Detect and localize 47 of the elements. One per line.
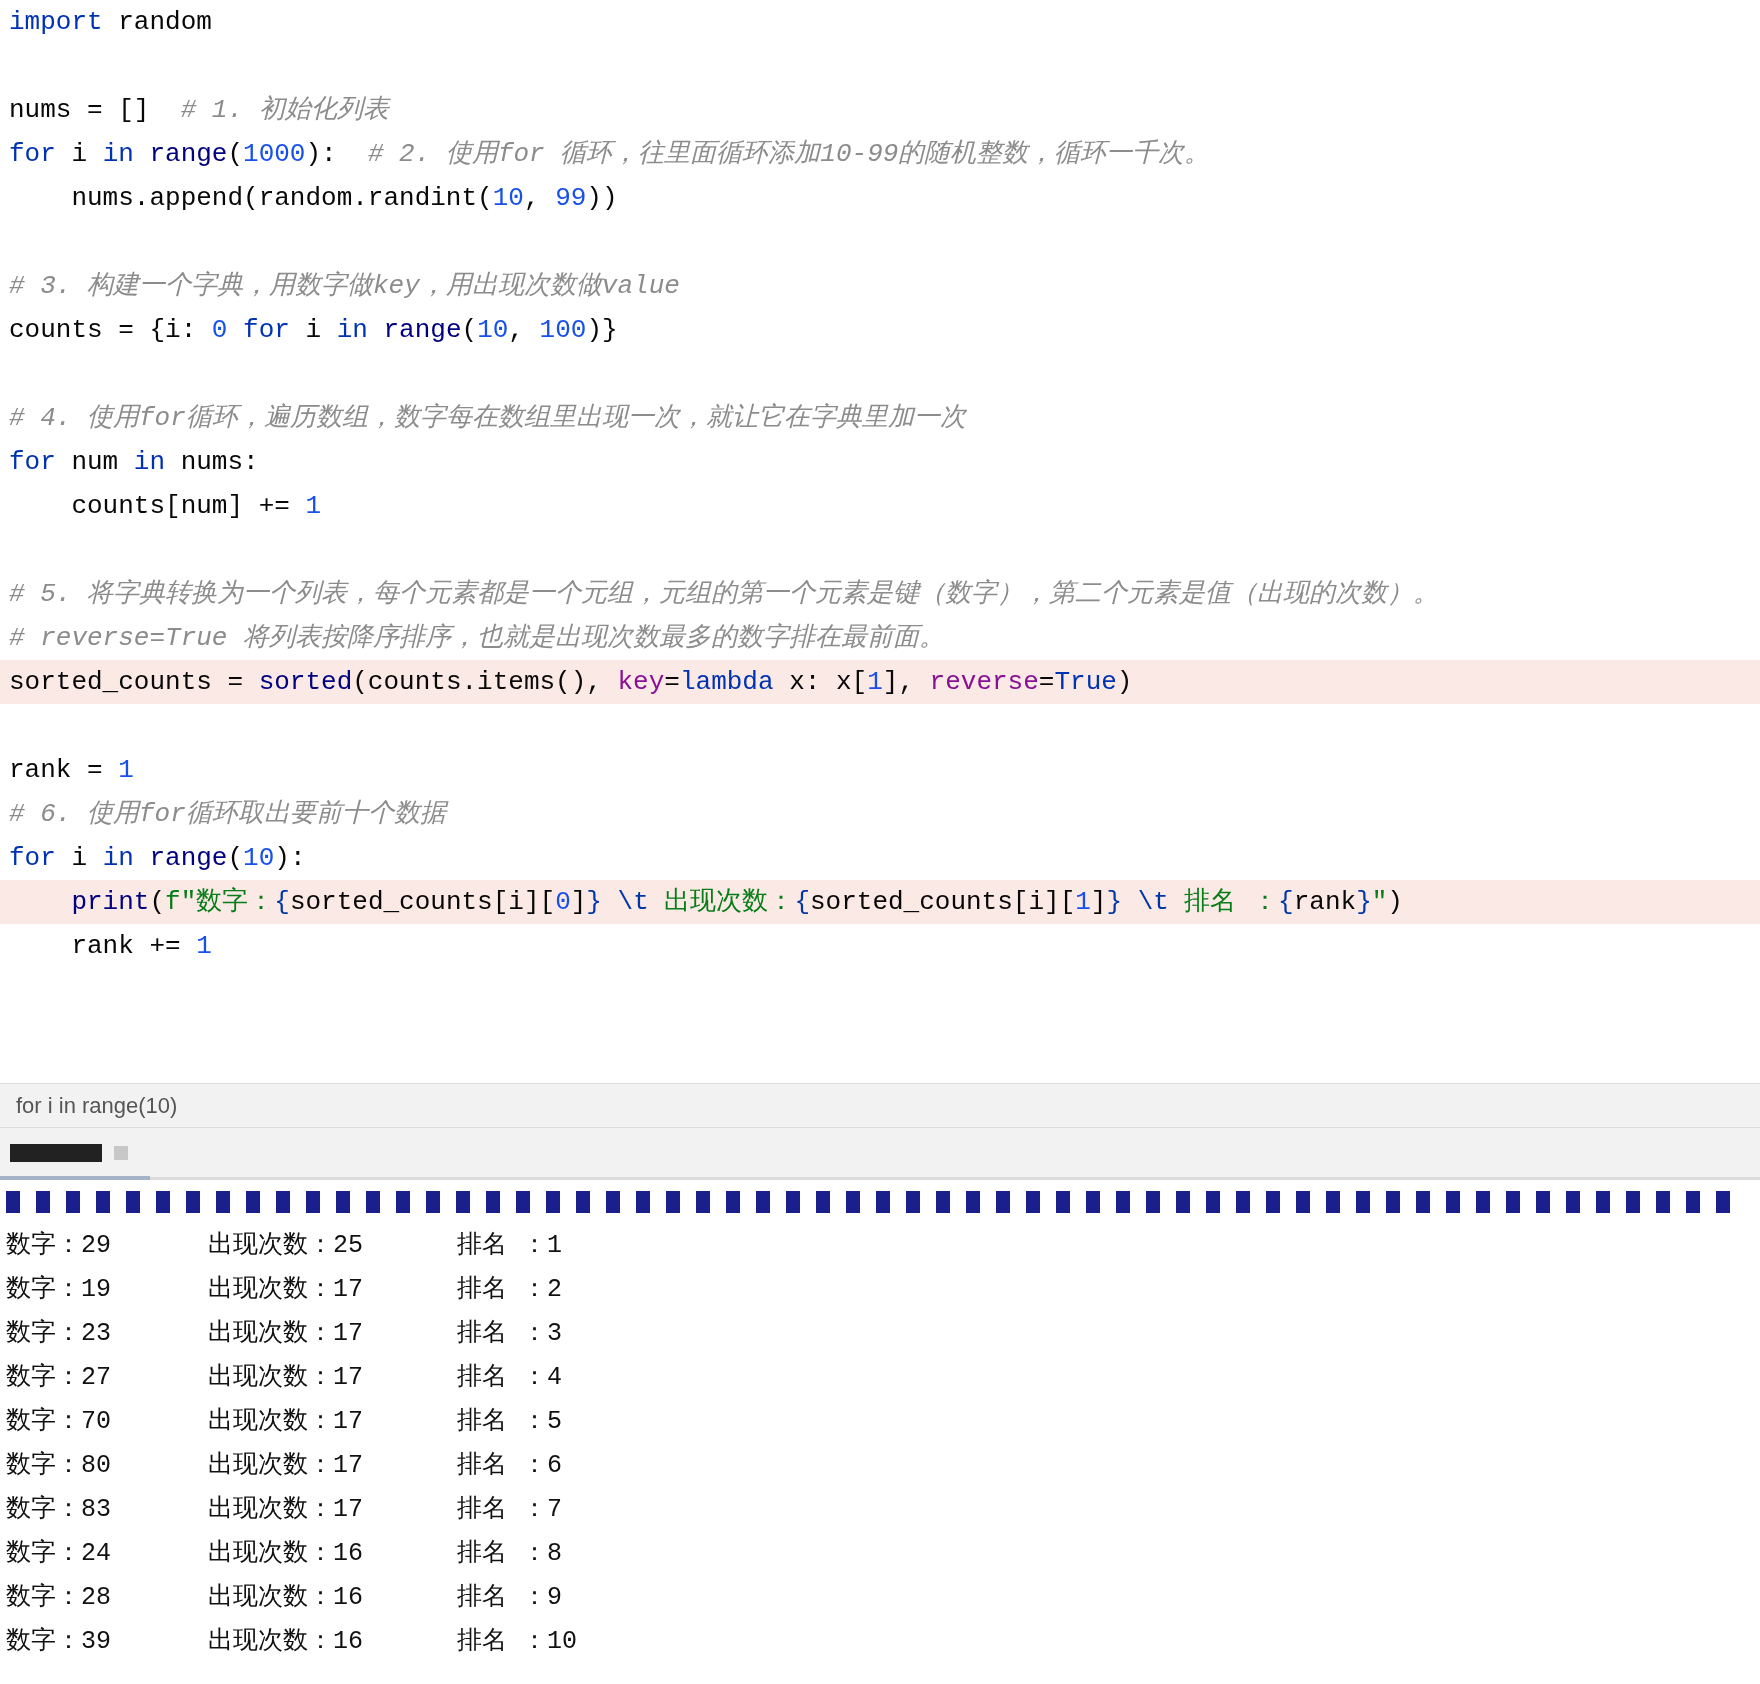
output-number: 数字：80	[6, 1450, 112, 1483]
code-line: for i in range(1000): # 2. 使用for 循环，往里面循环添加10-99的随机整数，循环一千次。	[8, 138, 1212, 171]
output-count: 出现次数：16	[208, 1582, 364, 1615]
output-rank: 排名 ：3	[457, 1318, 562, 1351]
output-rank: 排名 ：10	[457, 1626, 577, 1659]
output-count: 出现次数：25	[208, 1230, 364, 1263]
code-line: # 5. 将字典转换为一个列表，每个元素都是一个元组，元组的第一个元素是键（数字），第二个元素是值（出现的次数）。	[8, 578, 1440, 611]
code-line: for num in nums:	[8, 446, 260, 479]
output-count: 出现次数：16	[208, 1626, 364, 1659]
code-line: nums = [] # 1. 初始化列表	[8, 94, 392, 127]
output-rank: 排名 ：4	[457, 1362, 562, 1395]
output-number: 数字：27	[6, 1362, 112, 1395]
code-line: counts = {i: 0 for i in range(10, 100)}	[8, 314, 619, 347]
output-number: 数字：83	[6, 1494, 112, 1527]
output-count: 出现次数：17	[208, 1318, 364, 1351]
output-number: 数字：39	[6, 1626, 112, 1659]
output-number: 数字：19	[6, 1274, 112, 1307]
code-line: import random	[8, 6, 213, 39]
code-line: for i in range(10):	[8, 842, 307, 875]
code-line: # 6. 使用for循环取出要前十个数据	[0, 792, 1760, 836]
output-count: 出现次数：17	[208, 1362, 364, 1395]
code-line: counts[num] += 1	[70, 490, 323, 523]
code-line: rank += 1	[70, 930, 213, 963]
close-icon[interactable]	[114, 1145, 128, 1160]
code-line: # 4. 使用for循环，遍历数组，数字每在数组里出现一次，就让它在字典里加一次	[8, 402, 968, 435]
code-line: # 3. 构建一个字典，用数字做key，用出现次数做value	[8, 270, 681, 303]
output-rank: 排名 ：1	[457, 1230, 562, 1263]
output-count: 出现次数：17	[208, 1274, 364, 1307]
output-number: 数字：23	[6, 1318, 112, 1351]
output-number: 数字：24	[6, 1538, 112, 1571]
output-rank: 排名 ：9	[457, 1582, 562, 1615]
output-rank: 排名 ：7	[457, 1494, 562, 1527]
output-rank: 排名 ：5	[457, 1406, 562, 1439]
output-count: 出现次数：17	[208, 1406, 364, 1439]
output-rank: 排名 ：6	[457, 1450, 562, 1483]
code-line: rank = 1	[8, 754, 135, 787]
code-line: nums.append(random.randint(10, 99))	[70, 182, 619, 215]
output-rank: 排名 ：8	[457, 1538, 562, 1571]
code-line: # reverse=True 将列表按降序排序，也就是出现次数最多的数字排在最前面。	[8, 622, 947, 655]
output-number: 数字：70	[6, 1406, 112, 1439]
output-count: 出现次数：17	[208, 1494, 364, 1527]
output-rank: 排名 ：2	[457, 1274, 562, 1307]
output-count: 出现次数：17	[208, 1450, 364, 1483]
output-count: 出现次数：16	[208, 1538, 364, 1571]
output-number: 数字：28	[6, 1582, 112, 1615]
breadcrumb-item[interactable]: for i in range(10)	[16, 1089, 178, 1122]
output-number: 数字：29	[6, 1230, 112, 1263]
